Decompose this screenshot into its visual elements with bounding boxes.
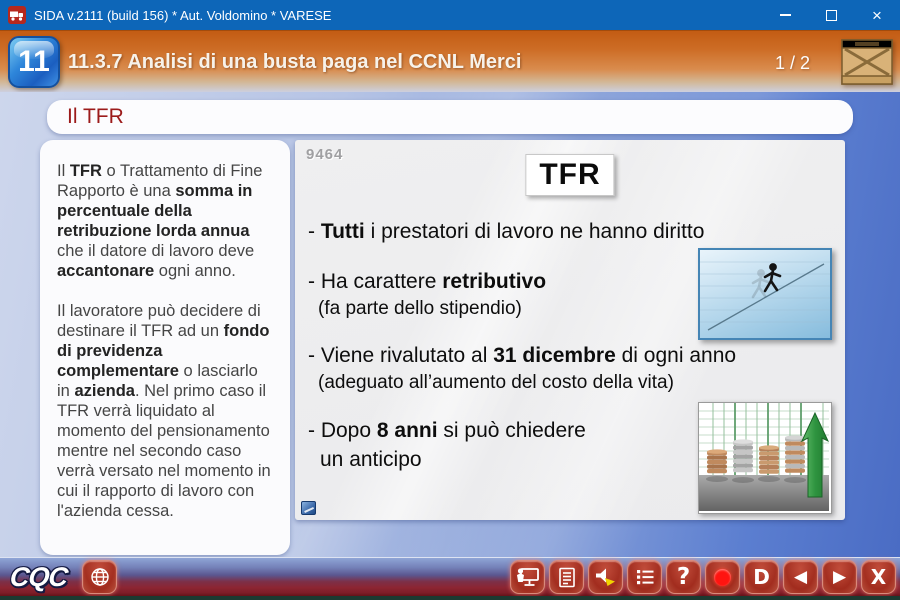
audio-button[interactable]	[588, 560, 623, 594]
section-heading: Il TFR	[47, 100, 853, 134]
maximize-button[interactable]	[808, 0, 854, 30]
bullet-subtext: un anticipo	[320, 448, 586, 472]
chapter-badge: 11	[8, 36, 60, 88]
page-title: 11.3.7 Analisi di una busta paga nel CCN…	[68, 51, 521, 74]
bullet-text: - Tutti i prestatori di lavoro ne hanno …	[308, 220, 704, 243]
bullet-item: - Viene rivalutato al 31 dicembre di ogn…	[308, 344, 736, 394]
maximize-icon	[826, 10, 837, 21]
page-indicator: 1 / 2	[775, 53, 810, 74]
bullet-subtext: (fa parte dello stipendio)	[318, 298, 546, 320]
presenter-screen-icon	[516, 566, 540, 588]
presentation-button[interactable]	[510, 560, 545, 594]
slide-title: TFR	[525, 154, 614, 196]
bullet-text: - Viene rivalutato al 31 dicembre di ogn…	[308, 344, 736, 367]
bullet-item: - Ha carattere retributivo (fa parte del…	[308, 270, 546, 320]
sidebar-paragraph: Il lavoratore può decidere di destinare …	[57, 301, 275, 521]
media-preview-icon[interactable]	[301, 501, 316, 515]
bullet-text: - Dopo 8 anni si può chiedere	[308, 419, 586, 442]
arrow-left-icon: ◀	[794, 569, 807, 586]
bullet-text: - Ha carattere retributivo	[308, 270, 546, 293]
bottom-strip	[0, 596, 900, 600]
content-area: Il TFR Il TFR o Trattamento di Fine Rapp…	[0, 92, 900, 557]
bullet-subtext: (adeguato all’aumento del costo della vi…	[318, 372, 736, 394]
document-button[interactable]	[549, 560, 584, 594]
coins-growth-illustration	[698, 402, 832, 514]
sidebar-panel: Il TFR o Trattamento di Fine Rapporto è …	[40, 140, 290, 555]
cqc-logo: CQC	[8, 562, 68, 593]
globe-icon	[89, 566, 111, 588]
help-button[interactable]: ?	[666, 560, 701, 594]
close-button[interactable]: ×	[854, 0, 900, 30]
d-button[interactable]: D	[744, 560, 779, 594]
slide-code: 9464	[306, 146, 343, 163]
sida-window: SIDA v.2111 (build 156) * Aut. Voldomino…	[0, 0, 900, 600]
document-icon	[557, 567, 577, 588]
bottom-toolbar: CQC	[0, 557, 900, 596]
speaker-icon	[594, 566, 618, 588]
window-titlebar: SIDA v.2111 (build 156) * Aut. Voldomino…	[0, 0, 900, 30]
list-icon	[635, 567, 655, 587]
record-button[interactable]	[705, 560, 740, 594]
d-label: D	[753, 567, 770, 587]
bullet-item: - Tutti i prestatori di lavoro ne hanno …	[308, 220, 704, 244]
exit-button[interactable]: X	[861, 560, 896, 594]
arrow-right-icon: ▶	[833, 569, 846, 586]
globe-button[interactable]	[82, 560, 117, 594]
question-mark-icon: ?	[677, 566, 690, 589]
crate-icon	[841, 38, 893, 86]
record-dot-icon	[714, 569, 731, 586]
walker-illustration	[698, 248, 832, 340]
minimize-icon	[780, 14, 791, 16]
window-title: SIDA v.2111 (build 156) * Aut. Voldomino…	[34, 8, 762, 23]
minimize-button[interactable]	[762, 0, 808, 30]
lesson-header: 11 11.3.7 Analisi di una busta paga nel …	[0, 30, 900, 93]
toolbar-buttons: ? D ◀ ▶ X	[510, 560, 896, 594]
next-button[interactable]: ▶	[822, 560, 857, 594]
previous-button[interactable]: ◀	[783, 560, 818, 594]
x-close-icon: X	[871, 567, 886, 587]
slide-panel: 9464 TFR - Tutti i prestatori di lavoro …	[295, 140, 845, 520]
app-truck-icon	[8, 6, 26, 24]
bullet-item: - Dopo 8 anni si può chiedere un anticip…	[308, 419, 586, 472]
sidebar-paragraph: Il TFR o Trattamento di Fine Rapporto è …	[57, 161, 275, 281]
index-button[interactable]	[627, 560, 662, 594]
